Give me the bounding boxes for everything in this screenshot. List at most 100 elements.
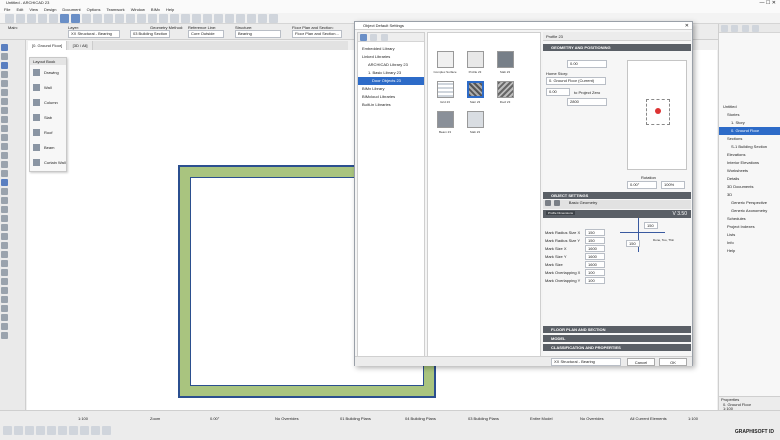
palette-item-beam[interactable]: Beam [30,140,66,155]
bottom-icon-2[interactable] [14,426,23,435]
tool-door[interactable] [1,70,24,78]
nav-item-3[interactable]: 0. Ground Floor [719,127,780,135]
param-value-6[interactable]: 100 [585,277,605,284]
teamwork-icon[interactable] [247,14,256,23]
params-section-header[interactable]: OBJECT SETTINGS [543,192,691,199]
section-icon[interactable] [181,14,190,23]
model-section-header[interactable]: MODEL [543,335,691,342]
tool-dimension[interactable] [1,196,24,204]
params-list-icon[interactable] [545,200,551,206]
menu-view[interactable]: View [29,6,38,13]
diagram-field-a[interactable]: 150 [644,222,658,229]
thumb-roof[interactable] [497,81,514,98]
thumb-slab-2[interactable] [467,111,484,128]
library-item-door[interactable]: Door Objects 23 [358,77,424,85]
library-item-bimx[interactable]: BIMx Library [358,85,424,93]
tool-figure[interactable] [1,286,24,294]
bimx-icon[interactable] [258,14,267,23]
tool-object[interactable] [1,178,24,186]
tool-elevation[interactable] [1,304,24,312]
status-angle[interactable]: 0.00° [210,416,219,421]
status-scale[interactable]: 1:100 [78,416,88,421]
thumb-beam[interactable] [437,111,454,128]
worksheet-icon[interactable] [214,14,223,23]
snap-icon[interactable] [126,14,135,23]
nav-item-7[interactable]: Interior Elevations [719,159,780,167]
menu-bimx[interactable]: BIMx [151,6,160,13]
library-item-archicad[interactable]: ARCHICAD Library 23 [358,61,424,69]
list-view-icon[interactable] [370,34,378,41]
palette-item-curtainwall[interactable]: Curtain Wall [30,155,66,170]
cancel-button[interactable]: Cancel [627,358,655,366]
floorplan-field[interactable]: Floor Plan and Section... [292,30,342,38]
menu-design[interactable]: Design [44,6,56,13]
structure-field[interactable]: Bearing [235,30,281,38]
nav-item-17[interactable]: Info [719,239,780,247]
zoom-icon[interactable] [93,14,102,23]
bottom-icon-10[interactable] [102,426,111,435]
brand-label[interactable]: GRAPHISOFT ID [735,429,774,435]
tool-beam[interactable] [1,97,24,105]
status-zoom[interactable]: Zoom [150,416,160,421]
nav-item-16[interactable]: Lists [719,231,780,239]
nav-item-6[interactable]: Elevations [719,151,780,159]
bottom-icon-8[interactable] [80,426,89,435]
preview-scale-field[interactable]: 100% [661,181,685,189]
open-icon[interactable] [5,14,14,23]
tool-arrow[interactable] [1,43,24,51]
tool-label[interactable] [1,223,24,231]
publish-icon[interactable] [236,14,245,23]
tool-polyline[interactable] [1,259,24,267]
tool-curtainwall[interactable] [1,151,24,159]
palette-item-wall[interactable]: Wall [30,80,66,95]
redo-icon[interactable] [49,14,58,23]
palette-item-slab[interactable]: Slab [30,110,66,125]
tool-column[interactable] [1,88,24,96]
tool-spline[interactable] [1,268,24,276]
layout-icon[interactable] [225,14,234,23]
tool-worksheet[interactable] [1,322,24,330]
bottom-icon-7[interactable] [69,426,78,435]
nav-item-8[interactable]: Worksheets [719,167,780,175]
status-overrides-2[interactable]: No Overrides [580,416,604,421]
footer-layer-field[interactable]: XX Structural - Bearing [551,358,621,366]
param-value-5[interactable]: 100 [585,269,605,276]
classification-section-header[interactable]: CLASSIFICATION AND PROPERTIES [543,344,691,351]
elevation-icon[interactable] [192,14,201,23]
tool-wall[interactable] [1,61,24,69]
tool-level[interactable] [1,205,24,213]
nav-item-13[interactable]: Generic Axonometry [719,207,780,215]
tool-detail[interactable] [1,313,24,321]
param-value-2[interactable]: 1600 [585,245,605,252]
tool-hotspot[interactable] [1,277,24,285]
layout-book-icon[interactable] [741,25,749,32]
tool-railing[interactable] [1,142,24,150]
nav-item-10[interactable]: 3D Documents [719,183,780,191]
library-item-embedded[interactable]: Embedded Library [358,45,424,53]
bottom-icon-4[interactable] [36,426,45,435]
save-icon[interactable] [16,14,25,23]
layers-icon[interactable] [159,14,168,23]
palette-item-roof[interactable]: Roof [30,125,66,140]
trace-icon[interactable] [148,14,157,23]
thumb-grid[interactable] [437,81,454,98]
params-highlight[interactable]: Profile Dimensions [546,211,576,215]
nav-item-9[interactable]: Details [719,175,780,183]
tool-arc[interactable] [1,250,24,258]
param-value-0[interactable]: 150 [585,229,605,236]
tool-window[interactable] [1,79,24,87]
nav-item-11[interactable]: 3D [719,191,780,199]
publisher-icon[interactable] [752,25,760,32]
view-3d-icon[interactable] [170,14,179,23]
nav-item-14[interactable]: Schedules [719,215,780,223]
nav-item-1[interactable]: Stories [719,111,780,119]
folder-view-icon[interactable] [360,34,367,41]
library-item-builtin[interactable]: Built-in Libraries [358,101,424,109]
status-model[interactable]: Entire Model [530,416,552,421]
tool-roof[interactable] [1,115,24,123]
params-ui-icon[interactable] [554,200,561,206]
library-item-basic[interactable]: 1. Basic Library 23 [358,69,424,77]
param-value-1[interactable]: 150 [585,237,605,244]
tool-line[interactable] [1,241,24,249]
section-field[interactable]: 03 Building Section [130,30,170,38]
